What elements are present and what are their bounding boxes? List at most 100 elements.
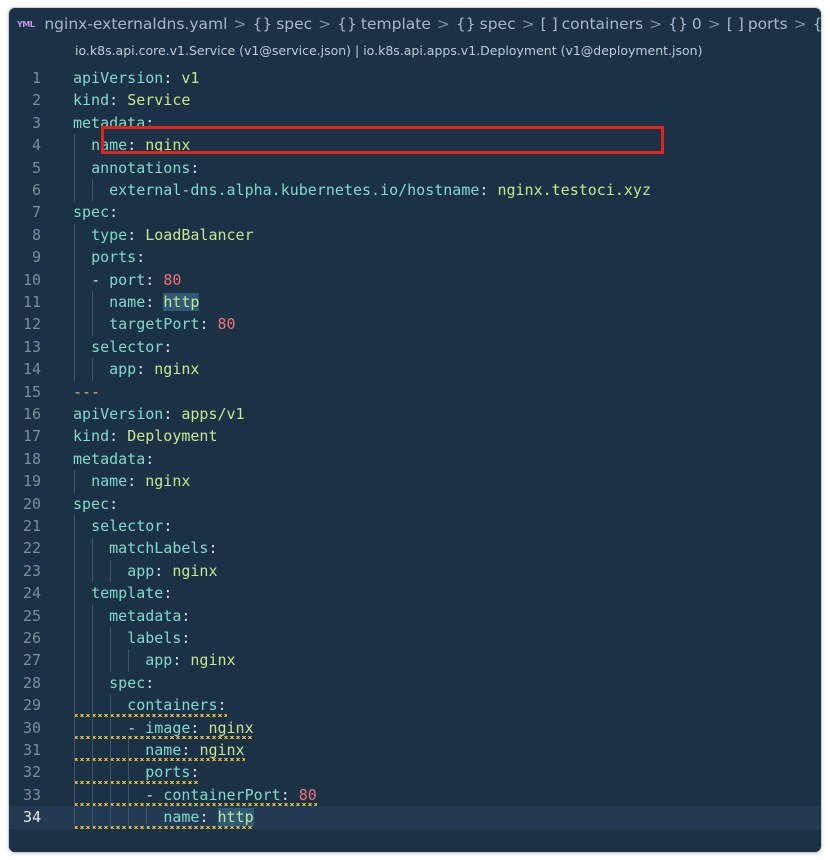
code-line[interactable]: 2 kind: Service [9, 89, 821, 111]
code-line[interactable]: 11 name: http [9, 291, 821, 313]
code-line[interactable]: 25 metadata: [9, 605, 821, 627]
object-symbol-icon: {} [337, 15, 357, 33]
code-text[interactable]: name: nginx [73, 739, 244, 761]
indent-guide [74, 223, 75, 381]
code-text[interactable]: spec: [73, 201, 118, 223]
code-line[interactable]: 29 containers: [9, 694, 821, 716]
line-number: 11 [22, 293, 41, 311]
code-line[interactable]: 8 type: LoadBalancer [9, 224, 821, 246]
breadcrumb-item[interactable]: {} template [337, 15, 431, 33]
breadcrumb-separator: > [233, 15, 247, 33]
code-text[interactable]: containers: [73, 694, 226, 716]
code-text[interactable]: labels: [73, 627, 190, 649]
code-text[interactable]: apiVersion: v1 [73, 67, 199, 89]
code-line[interactable]: 17 kind: Deployment [9, 425, 821, 447]
code-line[interactable]: 24 template: [9, 582, 821, 604]
object-symbol-icon: {} [668, 15, 688, 33]
code-text[interactable]: kind: Service [73, 89, 190, 111]
breadcrumb-item[interactable]: nginx-externaldns.yaml [44, 15, 227, 33]
code-line[interactable]: 15 --- [9, 381, 821, 403]
line-number: 10 [22, 270, 41, 289]
code-text[interactable]: --- [73, 381, 100, 403]
code-text[interactable]: name: nginx [73, 470, 190, 492]
line-number: 12 [22, 315, 41, 334]
breadcrumb-item[interactable]: {}0 [813, 15, 821, 33]
code-line[interactable]: 32 ports: [9, 761, 821, 783]
code-text[interactable]: type: LoadBalancer [73, 224, 254, 246]
code-line[interactable]: 34 name: http [9, 806, 821, 829]
code-text[interactable]: app: nginx [73, 649, 235, 671]
breadcrumb-item[interactable]: [ ] containers [541, 15, 644, 33]
code-text[interactable]: app: nginx [73, 560, 217, 582]
line-number: 5 [31, 158, 41, 177]
breadcrumb-item[interactable]: {}0 [668, 15, 702, 33]
code-text[interactable]: kind: Deployment [73, 425, 218, 447]
indent-guide [92, 358, 94, 381]
indent-guide [110, 627, 112, 672]
code-line[interactable]: 20 spec: [9, 493, 821, 515]
code-line[interactable]: 27 app: nginx [9, 649, 821, 671]
line-number: 29 [22, 696, 41, 715]
breadcrumb-item-label: template [360, 15, 431, 33]
breadcrumb-item-label: 0 [691, 15, 702, 33]
code-line[interactable]: 16 apiVersion: apps/v1 [9, 403, 821, 425]
breadcrumb-item-label: spec [276, 15, 313, 33]
code-text[interactable]: - image: nginx [73, 717, 253, 739]
array-symbol-icon: [ ] [540, 15, 558, 33]
breadcrumb-item-label: containers [561, 15, 644, 33]
code-line[interactable]: 5 annotations: [9, 157, 821, 179]
line-number: 18 [22, 449, 41, 468]
line-number: 31 [22, 741, 41, 759]
code-line[interactable]: 6 external-dns.alpha.kubernetes.io/hostn… [9, 179, 821, 201]
code-line[interactable]: 21 selector: [9, 515, 821, 537]
code-line[interactable]: 33 - containerPort: 80 [9, 783, 821, 806]
code-text[interactable]: metadata: [73, 448, 154, 470]
code-line[interactable]: 18 metadata: [9, 448, 821, 470]
line-number: 30 [22, 718, 41, 737]
code-line[interactable]: 1 apiVersion: v1 [9, 67, 821, 89]
code-line[interactable]: 9 ports: [9, 246, 821, 268]
code-line[interactable]: 28 spec: [9, 672, 821, 694]
schema-info: io.k8s.api.core.v1.Service (v1@service.j… [75, 42, 703, 58]
code-text[interactable]: external-dns.alpha.kubernetes.io/hostnam… [73, 179, 651, 201]
indent-guide [74, 515, 75, 829]
code-text[interactable]: ports: [73, 246, 145, 268]
breadcrumb-item[interactable]: {} spec [456, 15, 516, 33]
code-line[interactable]: 31 name: nginx [9, 739, 821, 761]
line-number: 7 [31, 203, 41, 222]
code-text[interactable]: name: http [73, 806, 254, 828]
code-text[interactable]: metadata: [73, 605, 190, 627]
code-text[interactable]: annotations: [73, 157, 199, 179]
code-text[interactable]: - port: 80 [73, 269, 181, 291]
line-number: 13 [22, 337, 41, 356]
code-line[interactable]: 30 - image: nginx [9, 716, 821, 739]
code-text[interactable]: selector: [73, 515, 172, 537]
indent-guide [92, 537, 94, 583]
breadcrumb-separator: > [707, 15, 721, 33]
code-line[interactable]: 19 name: nginx [9, 470, 821, 492]
breadcrumb-item[interactable]: {} spec [252, 15, 312, 33]
code-text[interactable]: targetPort: 80 [73, 313, 235, 335]
code-line[interactable]: 12 targetPort: 80 [9, 313, 821, 335]
code-line[interactable]: 23 app: nginx [9, 560, 821, 582]
code-line[interactable]: 22 matchLabels: [9, 537, 821, 559]
code-line[interactable]: 7 spec: [9, 201, 821, 223]
code-editor[interactable]: 1 apiVersion: v1 2 kind: Service 3 metadata: 4… [9, 58, 821, 852]
object-symbol-icon: {} [252, 15, 273, 33]
breadcrumb-item-label: nginx-externaldns.yaml [44, 15, 228, 33]
code-text[interactable]: apiVersion: apps/v1 [73, 403, 245, 425]
breadcrumb-item[interactable]: [ ] ports [727, 15, 788, 33]
line-number: 33 [22, 785, 41, 804]
code-line[interactable]: 10 - port: 80 [9, 269, 821, 291]
code-line[interactable]: 13 selector: [9, 336, 821, 358]
code-text[interactable]: template: [73, 582, 172, 604]
code-line[interactable]: 26 labels: [9, 627, 821, 649]
breadcrumb: YML nginx-externaldns.yaml >{} spec >{} templ… [9, 8, 821, 40]
code-text[interactable]: selector: [73, 336, 172, 358]
code-text[interactable]: spec: [73, 493, 118, 515]
code-line[interactable]: 14 app: nginx [9, 358, 821, 380]
breadcrumb-separator: > [318, 15, 332, 33]
line-number: 15 [22, 382, 41, 401]
code-text[interactable]: spec: [73, 672, 154, 694]
code-text[interactable]: matchLabels: [73, 537, 217, 559]
